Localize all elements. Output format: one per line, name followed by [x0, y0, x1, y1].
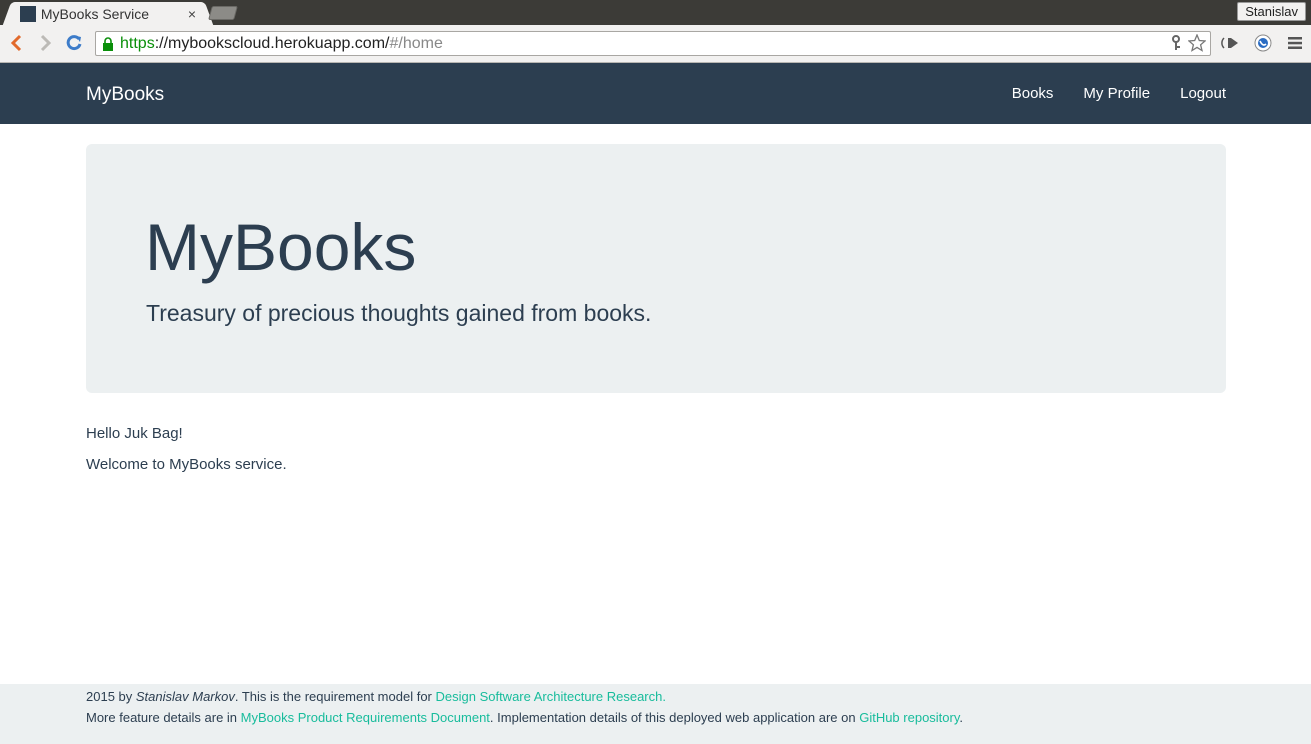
- footer-line2-suffix: .: [959, 710, 964, 725]
- url-scheme: https: [120, 34, 155, 52]
- jumbotron-subtitle: Treasury of precious thoughts gained fro…: [146, 300, 652, 326]
- address-bar[interactable]: https://mybookscloud.herokuapp.com/#/hom…: [95, 31, 1211, 56]
- site-favicon-icon: [20, 5, 36, 22]
- browser-tab-active[interactable]: MyBooks Service ×: [12, 2, 204, 25]
- forward-icon[interactable]: [36, 33, 56, 53]
- footer-author: Stanislav Markov: [135, 689, 235, 704]
- site-footer: 2015 by Stanislav Markov. This is the re…: [0, 684, 1311, 744]
- browser-tabstrip: MyBooks Service × Stanislav: [0, 0, 1311, 25]
- new-tab-button[interactable]: [208, 6, 238, 20]
- nav-link-books[interactable]: Books: [1012, 85, 1054, 102]
- reload-icon[interactable]: [64, 33, 84, 53]
- greeting-text: Hello Juk Bag!: [86, 425, 183, 442]
- prd-link[interactable]: MyBooks Product Requirements Document: [241, 710, 490, 725]
- footer-line1-middle: . This is the requirement model for: [234, 689, 436, 704]
- research-link[interactable]: Design Software Architecture Research.: [435, 689, 666, 704]
- url-host: ://mybookscloud.herokuapp.com/: [154, 34, 390, 52]
- navbar-links: Books My Profile Logout: [982, 85, 1226, 102]
- key-icon[interactable]: [1170, 35, 1182, 56]
- jumbotron-title: MyBooks: [145, 210, 417, 284]
- menu-icon[interactable]: [1285, 33, 1305, 53]
- extension-speaker-icon[interactable]: [1220, 33, 1240, 53]
- welcome-text: Welcome to MyBooks service.: [86, 456, 287, 473]
- lock-icon: [102, 36, 114, 51]
- navbar-brand[interactable]: MyBooks: [86, 84, 164, 106]
- nav-link-my-profile[interactable]: My Profile: [1083, 85, 1150, 102]
- browser-toolbar: https://mybookscloud.herokuapp.com/#/hom…: [0, 25, 1311, 63]
- extension-phone-icon[interactable]: [1253, 33, 1273, 53]
- github-link[interactable]: GitHub repository: [859, 710, 959, 725]
- footer-year-prefix: 2015 by: [86, 689, 136, 704]
- footer-line2-prefix: More feature details are in: [86, 710, 241, 725]
- tab-close-icon[interactable]: ×: [188, 6, 196, 22]
- url-text: https://mybookscloud.herokuapp.com/#/hom…: [120, 35, 443, 53]
- site-navbar: MyBooks Books My Profile Logout: [0, 63, 1311, 124]
- url-path: #/home: [389, 34, 443, 52]
- footer-line-2: More feature details are in MyBooks Prod…: [86, 710, 963, 725]
- nav-link-logout[interactable]: Logout: [1180, 85, 1226, 102]
- footer-line-1: 2015 by Stanislav Markov. This is the re…: [86, 689, 666, 704]
- back-icon[interactable]: [6, 33, 26, 53]
- tab-title: MyBooks Service: [40, 5, 150, 22]
- bookmark-star-icon[interactable]: [1187, 33, 1207, 57]
- footer-line2-middle: . Implementation details of this deploye…: [489, 710, 860, 725]
- jumbotron: MyBooks Treasury of precious thoughts ga…: [86, 144, 1226, 393]
- profile-button[interactable]: Stanislav: [1237, 2, 1306, 21]
